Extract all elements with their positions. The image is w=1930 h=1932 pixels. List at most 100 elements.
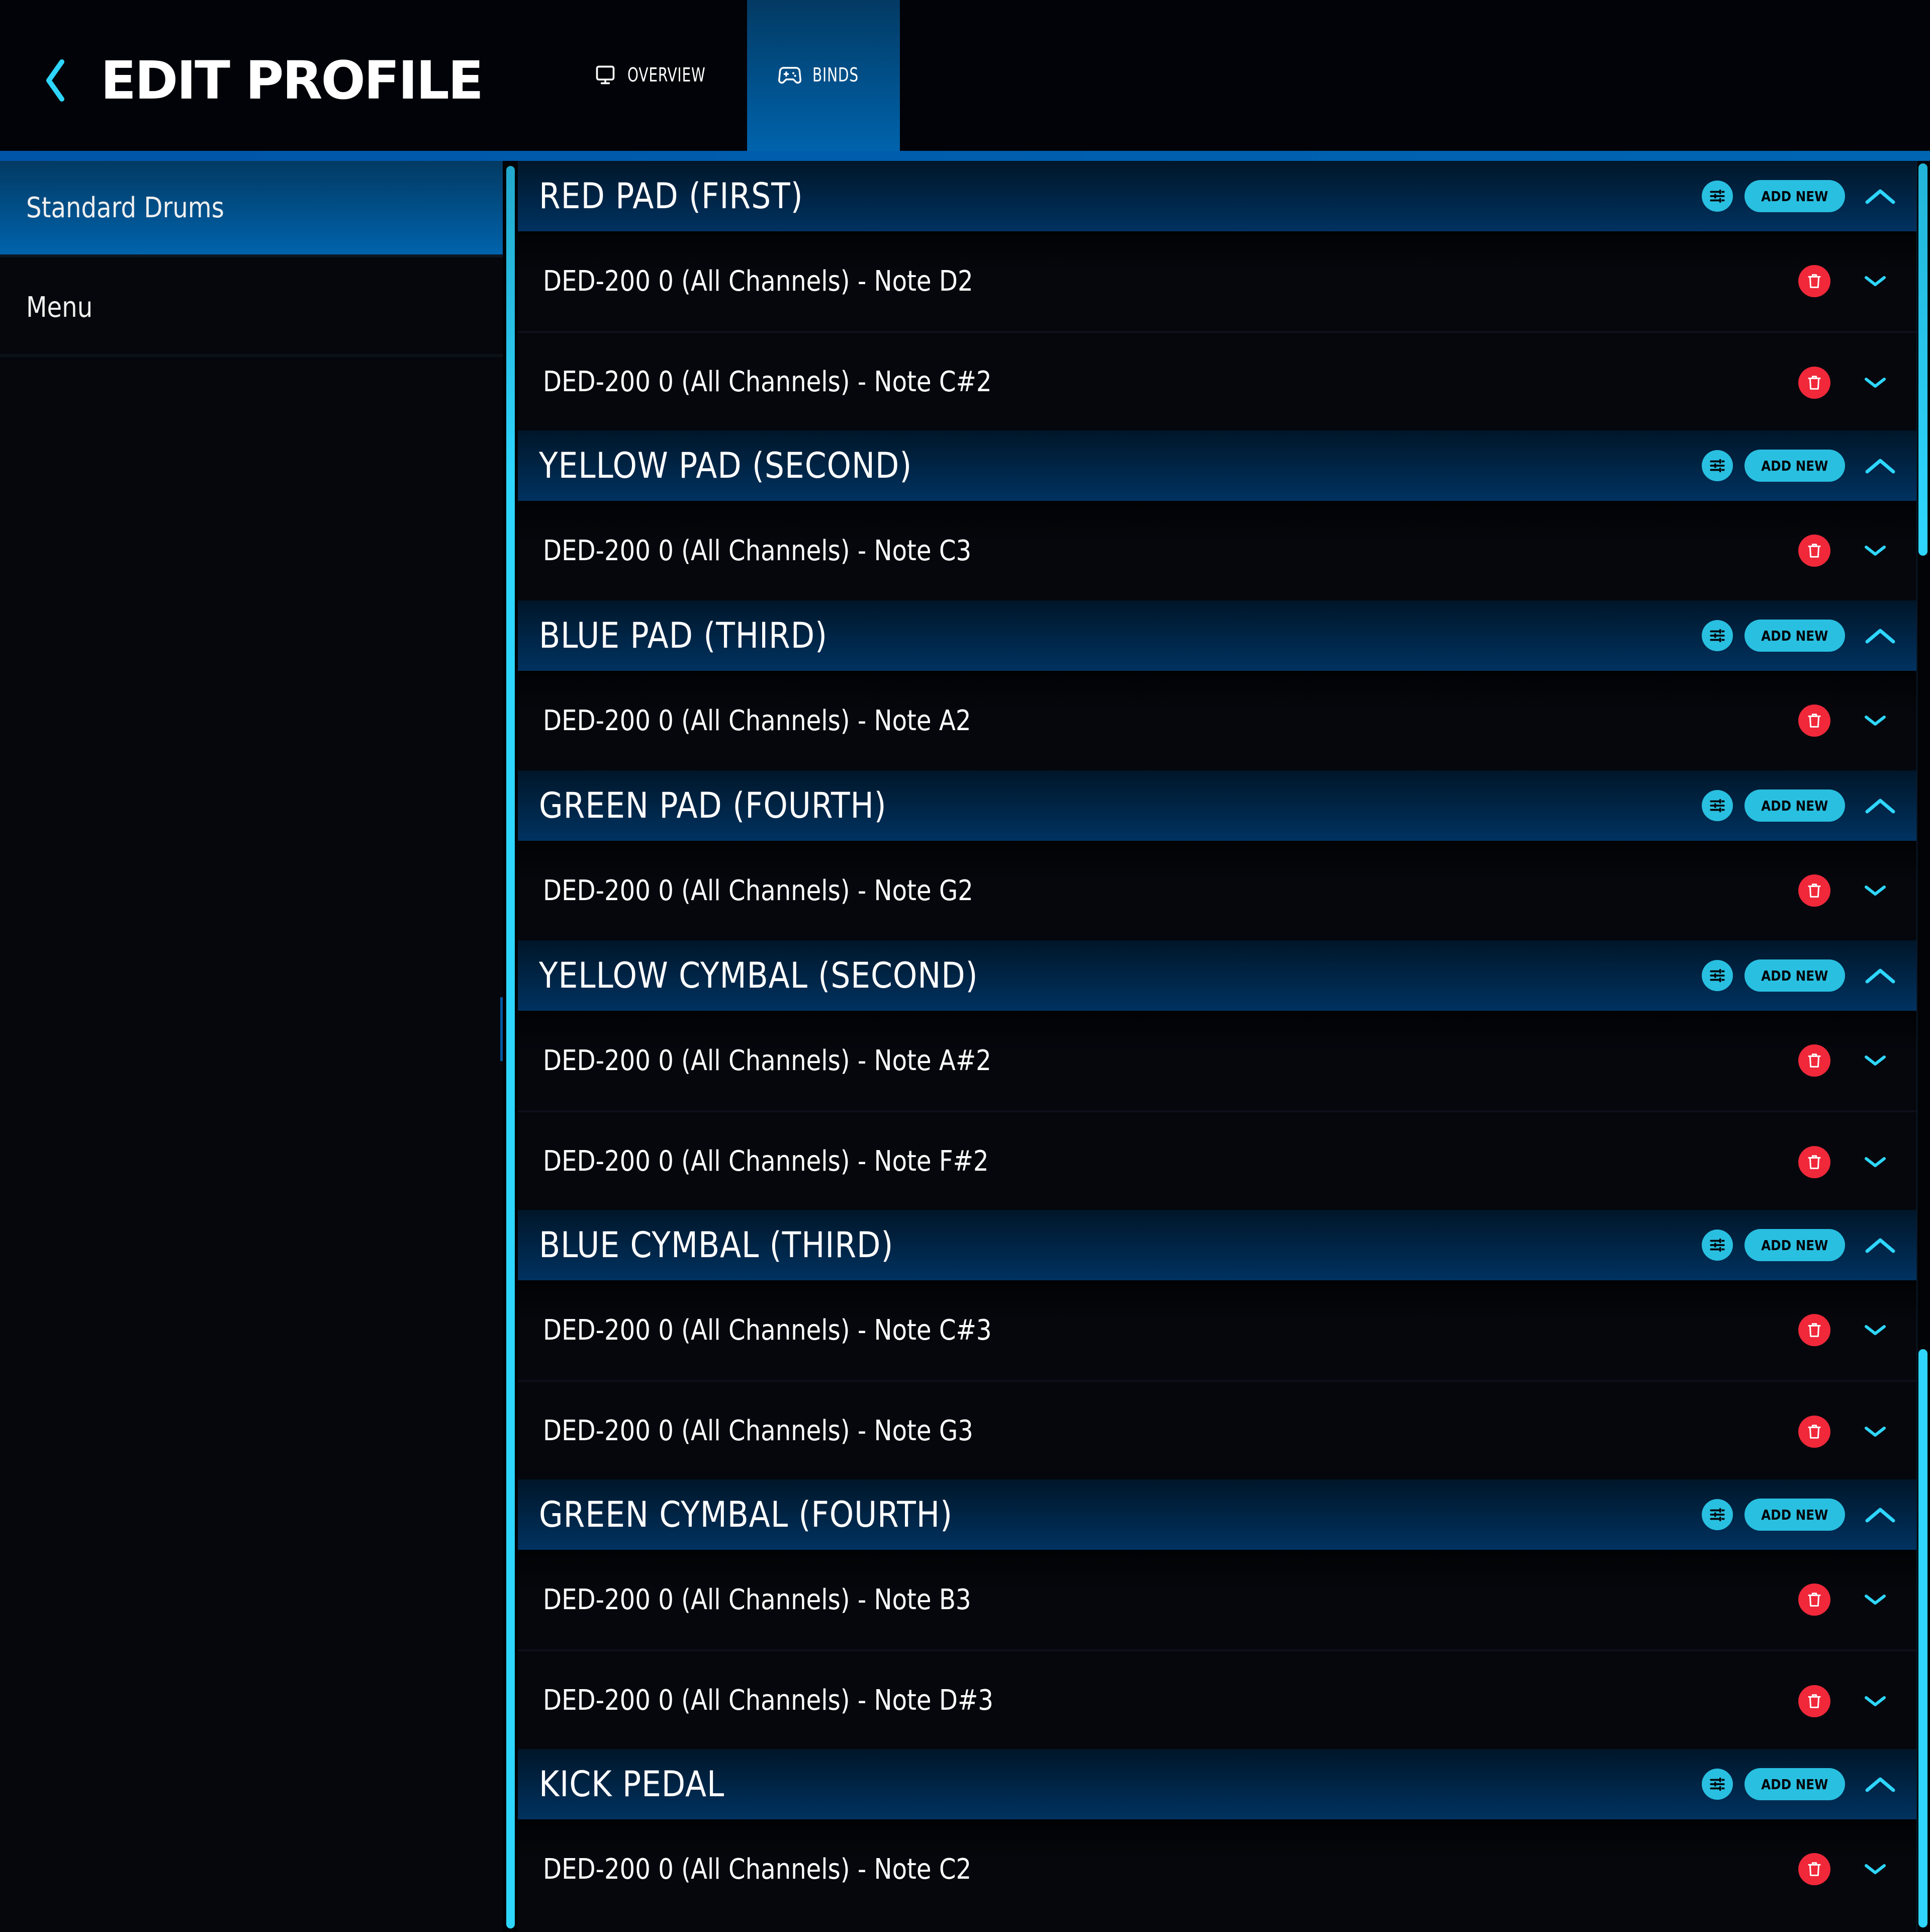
trash-icon <box>1808 376 1821 390</box>
bind-section-header: GREEN CYMBAL (FOURTH) ADD NEW <box>518 1479 1916 1550</box>
chevron-up-icon <box>1865 1508 1895 1523</box>
add-new-button[interactable]: ADD NEW <box>1744 620 1845 652</box>
delete-bind-button[interactable] <box>1798 1044 1830 1077</box>
bind-section-header: YELLOW PAD (SECOND) ADD NEW <box>518 430 1916 501</box>
scrollbar-thumb-secondary[interactable] <box>1918 1349 1927 1927</box>
back-button[interactable] <box>35 55 75 106</box>
add-new-button[interactable]: ADD NEW <box>1744 180 1845 212</box>
delete-bind-button[interactable] <box>1798 535 1830 567</box>
sidebar-item-label: Menu <box>26 291 93 324</box>
expand-bind-button[interactable] <box>1861 1590 1889 1610</box>
section-settings-button[interactable] <box>1702 960 1733 991</box>
expand-bind-button[interactable] <box>1861 541 1889 561</box>
section-settings-button[interactable] <box>1702 790 1733 821</box>
delete-bind-button[interactable] <box>1798 705 1830 737</box>
add-new-button[interactable]: ADD NEW <box>1744 1768 1845 1800</box>
collapse-section-button[interactable] <box>1863 453 1898 478</box>
trash-icon <box>1808 1323 1821 1337</box>
collapse-section-button[interactable] <box>1863 963 1898 988</box>
collapse-section-button[interactable] <box>1863 793 1898 818</box>
section-settings-button[interactable] <box>1702 1499 1733 1530</box>
collapse-section-button[interactable] <box>1863 1772 1898 1797</box>
bind-row[interactable]: DED-200 0 (All Channels) - Note C#2 <box>518 331 1916 430</box>
section-settings-button[interactable] <box>1702 1769 1733 1800</box>
trash-icon <box>1808 1694 1821 1708</box>
bind-row[interactable]: DED-200 0 (All Channels) - Note G2 <box>518 841 1916 940</box>
section-title: BLUE CYMBAL (THIRD) <box>539 1224 894 1266</box>
bind-row[interactable]: DED-200 0 (All Channels) - Note D2 <box>518 231 1916 331</box>
section-title: YELLOW CYMBAL (SECOND) <box>539 955 978 996</box>
chevron-down-icon <box>1865 1595 1886 1605</box>
add-new-label: ADD NEW <box>1761 1776 1828 1793</box>
sliders-icon <box>1710 1508 1725 1522</box>
delete-bind-button[interactable] <box>1798 1584 1830 1616</box>
chevron-down-icon <box>1865 716 1886 726</box>
collapse-section-button[interactable] <box>1863 184 1898 209</box>
section-settings-button[interactable] <box>1702 620 1733 651</box>
delete-bind-button[interactable] <box>1798 1853 1830 1885</box>
bind-row[interactable]: DED-200 0 (All Channels) - Note A#2 <box>518 1011 1916 1110</box>
delete-bind-button[interactable] <box>1798 265 1830 297</box>
expand-bind-button[interactable] <box>1861 1152 1889 1172</box>
expand-bind-button[interactable] <box>1861 881 1889 901</box>
expand-bind-button[interactable] <box>1861 1691 1889 1711</box>
bind-section-header: GREEN PAD (FOURTH) ADD NEW <box>518 770 1916 841</box>
bind-section-header: KICK PEDAL ADD NEW <box>518 1749 1916 1819</box>
add-new-button[interactable]: ADD NEW <box>1744 1499 1845 1531</box>
trash-icon <box>1808 1053 1821 1068</box>
add-new-label: ADD NEW <box>1761 457 1828 474</box>
add-new-label: ADD NEW <box>1761 967 1828 984</box>
sidebar: Standard Drums Menu <box>0 161 503 1932</box>
page-title: EDIT PROFILE <box>101 50 484 111</box>
sliders-icon <box>1710 799 1725 813</box>
expand-bind-button[interactable] <box>1861 271 1889 291</box>
delete-bind-button[interactable] <box>1798 874 1830 907</box>
collapse-section-button[interactable] <box>1863 1233 1898 1258</box>
section-settings-button[interactable] <box>1702 450 1733 481</box>
trash-icon <box>1808 274 1821 288</box>
sliders-icon <box>1710 969 1725 983</box>
add-new-label: ADD NEW <box>1761 188 1828 205</box>
sidebar-item-standard-drums[interactable]: Standard Drums <box>0 161 503 257</box>
bind-label: DED-200 0 (All Channels) - Note A2 <box>543 704 971 737</box>
chevron-down-icon <box>1865 1696 1886 1706</box>
expand-bind-button[interactable] <box>1861 1320 1889 1340</box>
add-new-button[interactable]: ADD NEW <box>1744 450 1845 482</box>
bind-row[interactable]: DED-200 0 (All Channels) - Note F#2 <box>518 1110 1916 1210</box>
bind-row[interactable]: DED-200 0 (All Channels) - Note G3 <box>518 1380 1916 1479</box>
expand-bind-button[interactable] <box>1861 1050 1889 1071</box>
sidebar-item-menu[interactable]: Menu <box>0 260 503 357</box>
add-new-button[interactable]: ADD NEW <box>1744 959 1845 992</box>
bind-row[interactable]: DED-200 0 (All Channels) - Note C2 <box>518 1819 1916 1919</box>
delete-bind-button[interactable] <box>1798 367 1830 399</box>
bind-row[interactable]: DED-200 0 (All Channels) - Note C#3 <box>518 1280 1916 1380</box>
content-left-scroll-thumb[interactable] <box>506 166 515 1928</box>
section-settings-button[interactable] <box>1702 181 1733 212</box>
add-new-button[interactable]: ADD NEW <box>1744 789 1845 822</box>
bind-row[interactable]: DED-200 0 (All Channels) - Note B3 <box>518 1550 1916 1649</box>
bind-label: DED-200 0 (All Channels) - Note C#3 <box>543 1313 992 1347</box>
chevron-down-icon <box>1865 1157 1886 1167</box>
section-settings-button[interactable] <box>1702 1230 1733 1261</box>
expand-bind-button[interactable] <box>1861 373 1889 393</box>
tab-binds[interactable]: BINDS <box>747 0 900 151</box>
collapse-section-button[interactable] <box>1863 1502 1898 1527</box>
chevron-down-icon <box>1865 276 1886 286</box>
chevron-up-icon <box>1865 799 1895 814</box>
expand-bind-button[interactable] <box>1861 711 1889 731</box>
expand-bind-button[interactable] <box>1861 1859 1889 1879</box>
delete-bind-button[interactable] <box>1798 1314 1830 1346</box>
bind-section-header: BLUE CYMBAL (THIRD) ADD NEW <box>518 1210 1916 1280</box>
sidebar-resize-handle[interactable] <box>500 997 503 1061</box>
bind-row[interactable]: DED-200 0 (All Channels) - Note A2 <box>518 671 1916 770</box>
bind-row[interactable]: DED-200 0 (All Channels) - Note C3 <box>518 501 1916 600</box>
collapse-section-button[interactable] <box>1863 623 1898 648</box>
scrollbar-thumb[interactable] <box>1918 163 1927 556</box>
bind-row[interactable]: DED-200 0 (All Channels) - Note D#3 <box>518 1649 1916 1749</box>
delete-bind-button[interactable] <box>1798 1416 1830 1448</box>
delete-bind-button[interactable] <box>1798 1685 1830 1717</box>
add-new-button[interactable]: ADD NEW <box>1744 1229 1845 1261</box>
delete-bind-button[interactable] <box>1798 1146 1830 1178</box>
tab-overview[interactable]: OVERVIEW <box>571 0 747 151</box>
expand-bind-button[interactable] <box>1861 1422 1889 1442</box>
